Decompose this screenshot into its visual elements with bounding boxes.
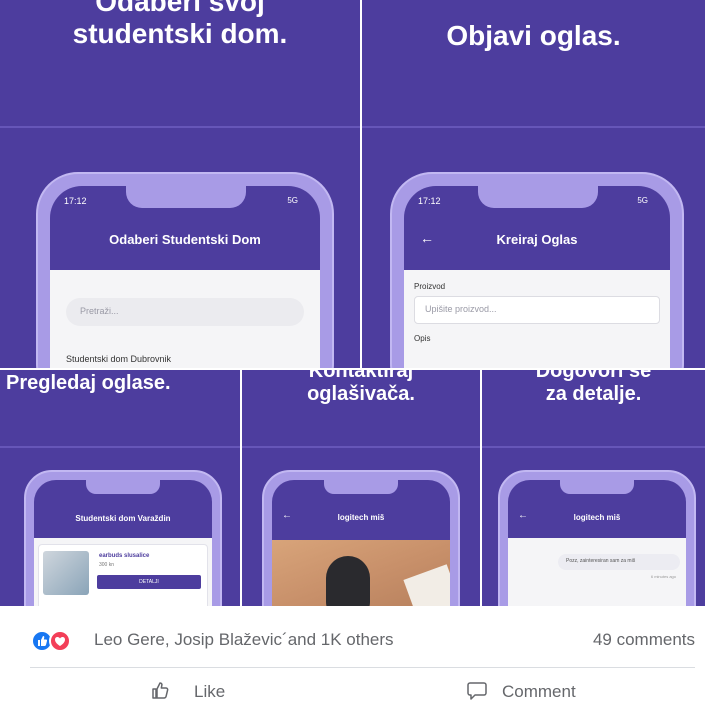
search-placeholder: Pretraži... xyxy=(80,306,119,316)
paper-sheet xyxy=(403,564,450,606)
screen-title: logitech miš xyxy=(337,513,385,522)
screen-title: Odaberi Studentski Dom xyxy=(109,232,261,247)
phone-notch xyxy=(478,186,598,208)
status-time: 17:12 xyxy=(64,196,87,206)
comment-icon xyxy=(467,682,487,700)
phone-mockup: 17:12 5G ← Kreiraj Oglas Proizvod Upišit… xyxy=(390,172,684,368)
phone-screen: 17:12 5G Odaberi Studentski Dom Pretraži… xyxy=(50,186,320,368)
footer-divider xyxy=(30,667,695,668)
phone-notch xyxy=(324,480,398,494)
input-placeholder: Upišite proizvod... xyxy=(425,304,497,314)
collage-tile-contact-seller[interactable]: Kontaktiraj oglašivača. ← logitech miš xyxy=(242,370,480,606)
comments-count[interactable]: 49 comments xyxy=(593,630,695,650)
collage-tile-post-ad[interactable]: Objavi oglas. 17:12 5G ← Kreiraj Oglas P… xyxy=(362,0,705,368)
phone-screen: ← logitech miš xyxy=(272,480,450,606)
details-button[interactable]: DETALJI xyxy=(97,575,201,589)
field-label: Proizvod xyxy=(414,282,446,291)
divider xyxy=(242,446,480,448)
status-time: 17:12 xyxy=(418,196,441,206)
phone-mockup: ← logitech miš Pozz, zainteresiran sam z… xyxy=(498,470,696,606)
chat-area: Pozz, zainteresiran sam za miš 6 minutes… xyxy=(508,538,686,606)
phone-notch xyxy=(560,480,634,494)
phone-screen: Studentski dom Varaždin earbuds slusalic… xyxy=(34,480,212,606)
love-reaction-icon xyxy=(49,630,71,652)
caption-line: oglašivača. xyxy=(307,383,415,405)
phone-mockup: ← logitech miš xyxy=(262,470,460,606)
phone-mockup: Studentski dom Varaždin earbuds slusalic… xyxy=(24,470,222,606)
chat-message-time: 6 minutes ago xyxy=(650,574,676,579)
like-label: Like xyxy=(194,682,226,701)
caption-line: studentski dom. xyxy=(72,18,288,50)
comment-button[interactable]: Comment xyxy=(466,678,606,704)
ad-title: earbuds slusalice xyxy=(99,553,150,559)
collage-tile-arrange-details[interactable]: Dogovori se za detalje. ← logitech miš P… xyxy=(482,370,705,606)
phone-notch xyxy=(86,480,160,494)
post-image-collage[interactable]: Odaberi svoj studentski dom. 17:12 5G Od… xyxy=(0,0,705,610)
ad-card[interactable]: earbuds slusalice 300 kn DETALJI xyxy=(38,544,208,606)
divider xyxy=(482,446,705,448)
tile-caption: Kontaktiraj oglašivača. xyxy=(242,370,480,406)
screen-content: Pretraži... Studentski dom Dubrovnik xyxy=(50,270,320,368)
comment-label: Comment xyxy=(502,682,576,701)
dorm-list-item[interactable]: Studentski dom Dubrovnik xyxy=(66,354,171,364)
like-button[interactable]: Like xyxy=(150,678,270,704)
caption-line: Dogovori se xyxy=(535,370,652,382)
phone-screen: ← logitech miš Pozz, zainteresiran sam z… xyxy=(508,480,686,606)
chat-message-bubble: Pozz, zainteresiran sam za miš xyxy=(558,554,680,570)
product-photo xyxy=(272,540,450,606)
screen-content: earbuds slusalice 300 kn DETALJI xyxy=(34,538,212,606)
screen-title: logitech miš xyxy=(573,513,621,522)
reaction-names[interactable]: Leo Gere, Josip Blaževic´and 1K others xyxy=(94,630,394,650)
ad-price: 300 kn xyxy=(99,562,115,568)
phone-notch xyxy=(126,186,246,208)
tile-caption: Odaberi svoj studentski dom. xyxy=(0,0,360,50)
search-input[interactable]: Pretraži... xyxy=(66,298,304,326)
phone-screen: 17:12 5G ← Kreiraj Oglas Proizvod Upišit… xyxy=(404,186,670,368)
phone-mockup: 17:12 5G Odaberi Studentski Dom Pretraži… xyxy=(36,172,334,368)
details-button-label: DETALJI xyxy=(139,579,159,585)
ad-thumbnail xyxy=(43,551,89,595)
status-signal: 5G xyxy=(637,196,648,205)
tile-caption: Objavi oglas. xyxy=(446,20,621,51)
screen-title: Kreiraj Oglas xyxy=(496,232,578,247)
thumbs-up-icon xyxy=(152,682,169,699)
reaction-icons[interactable] xyxy=(31,630,77,652)
tile-caption: Pregledaj oglase. xyxy=(6,372,171,394)
caption-line: Odaberi svoj xyxy=(95,0,265,17)
status-signal: 5G xyxy=(287,196,298,205)
tile-caption: Dogovori se za detalje. xyxy=(482,370,705,406)
product-input[interactable]: Upišite proizvod... xyxy=(414,296,660,324)
divider xyxy=(0,446,240,448)
caption-line: za detalje. xyxy=(545,383,642,405)
chat-message-text: Pozz, zainteresiran sam za miš xyxy=(566,558,636,564)
caption-line: Kontaktiraj xyxy=(308,370,414,382)
divider xyxy=(0,126,360,128)
field-label: Opis xyxy=(414,334,431,343)
divider xyxy=(362,126,705,128)
screen-content: Proizvod Upišite proizvod... Opis xyxy=(404,270,670,368)
collage-tile-browse-ads[interactable]: Pregledaj oglase. Studentski dom Varaždi… xyxy=(0,370,240,606)
collage-tile-choose-dorm[interactable]: Odaberi svoj studentski dom. 17:12 5G Od… xyxy=(0,0,360,368)
post-footer: Leo Gere, Josip Blaževic´and 1K others 4… xyxy=(0,610,705,707)
screen-title: Studentski dom Varaždin xyxy=(75,514,171,523)
mouse-image xyxy=(326,556,370,606)
